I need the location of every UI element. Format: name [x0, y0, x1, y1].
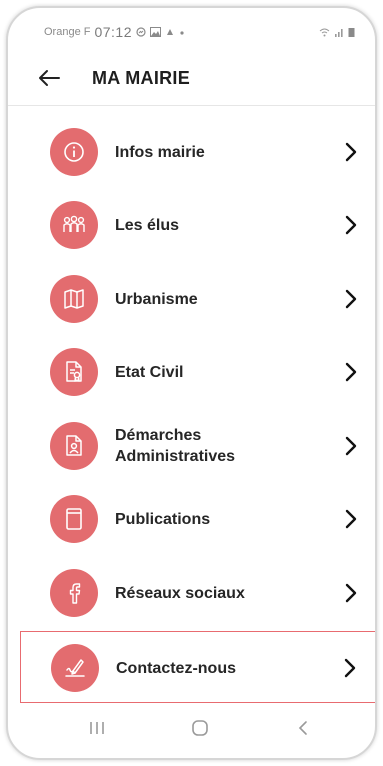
signature-icon	[51, 644, 99, 692]
system-nav-bar	[8, 700, 375, 758]
chevron-right-icon	[345, 583, 357, 603]
chevron-right-icon	[345, 509, 357, 529]
app-header: MA MAIRIE	[8, 50, 375, 106]
info-icon	[50, 128, 98, 176]
status-left: Orange F 07:12	[44, 24, 185, 40]
menu-item-contactez-nous[interactable]: Contactez-nous	[20, 631, 375, 703]
recent-apps-icon[interactable]	[88, 720, 106, 736]
back-arrow-icon[interactable]	[38, 69, 60, 87]
dot-icon	[180, 31, 184, 35]
chevron-right-icon	[345, 436, 357, 456]
image-icon	[150, 27, 162, 37]
document-badge-icon	[50, 348, 98, 396]
chevron-right-icon	[345, 362, 357, 382]
notification-icon	[167, 29, 174, 35]
menu-item-publications[interactable]: Publications	[20, 483, 375, 555]
menu-item-label: Publications	[115, 510, 211, 528]
menu-item-urbanisme[interactable]: Urbanisme	[20, 263, 375, 335]
phone-frame: Orange F 07:12 MA MAIRIE Infos mairie Le…	[6, 6, 377, 760]
menu-item-label: Réseaux sociaux	[115, 584, 245, 602]
signal-icon	[335, 29, 343, 37]
menu-item-label: Les élus	[115, 216, 180, 234]
facebook-icon	[50, 569, 98, 617]
menu-item-infos-mairie[interactable]: Infos mairie	[20, 116, 375, 188]
status-bar: Orange F 07:12	[8, 8, 375, 50]
document-person-icon	[50, 422, 98, 470]
document-icon	[50, 495, 98, 543]
chevron-right-icon	[345, 215, 357, 235]
menu-item-demarches-administratives[interactable]: Démarches Administratives	[20, 410, 375, 482]
menu-item-etat-civil[interactable]: Etat Civil	[20, 336, 375, 408]
status-time: 07:12	[94, 24, 133, 40]
page-title: MA MAIRIE	[92, 68, 191, 88]
wifi-icon	[319, 28, 330, 37]
menu-item-label: Démarches Administratives	[115, 427, 236, 465]
status-right	[319, 27, 355, 37]
chevron-right-icon	[345, 289, 357, 309]
carrier-name: Orange F	[44, 26, 91, 38]
menu-item-label: Contactez-nous	[116, 659, 236, 677]
back-nav-icon[interactable]	[296, 720, 310, 736]
menu-item-les-elus[interactable]: Les élus	[20, 189, 375, 261]
menu-item-reseaux-sociaux[interactable]: Réseaux sociaux	[20, 557, 375, 629]
chevron-right-icon	[345, 142, 357, 162]
chevron-right-icon	[344, 658, 356, 678]
menu-item-label: Infos mairie	[115, 143, 205, 161]
home-icon[interactable]	[191, 720, 209, 736]
map-icon	[50, 275, 98, 323]
battery-icon	[348, 28, 355, 37]
people-icon	[50, 201, 98, 249]
menu-item-label: Etat Civil	[115, 363, 184, 381]
menu-item-label: Urbanisme	[115, 290, 198, 308]
messenger-icon	[136, 27, 146, 37]
